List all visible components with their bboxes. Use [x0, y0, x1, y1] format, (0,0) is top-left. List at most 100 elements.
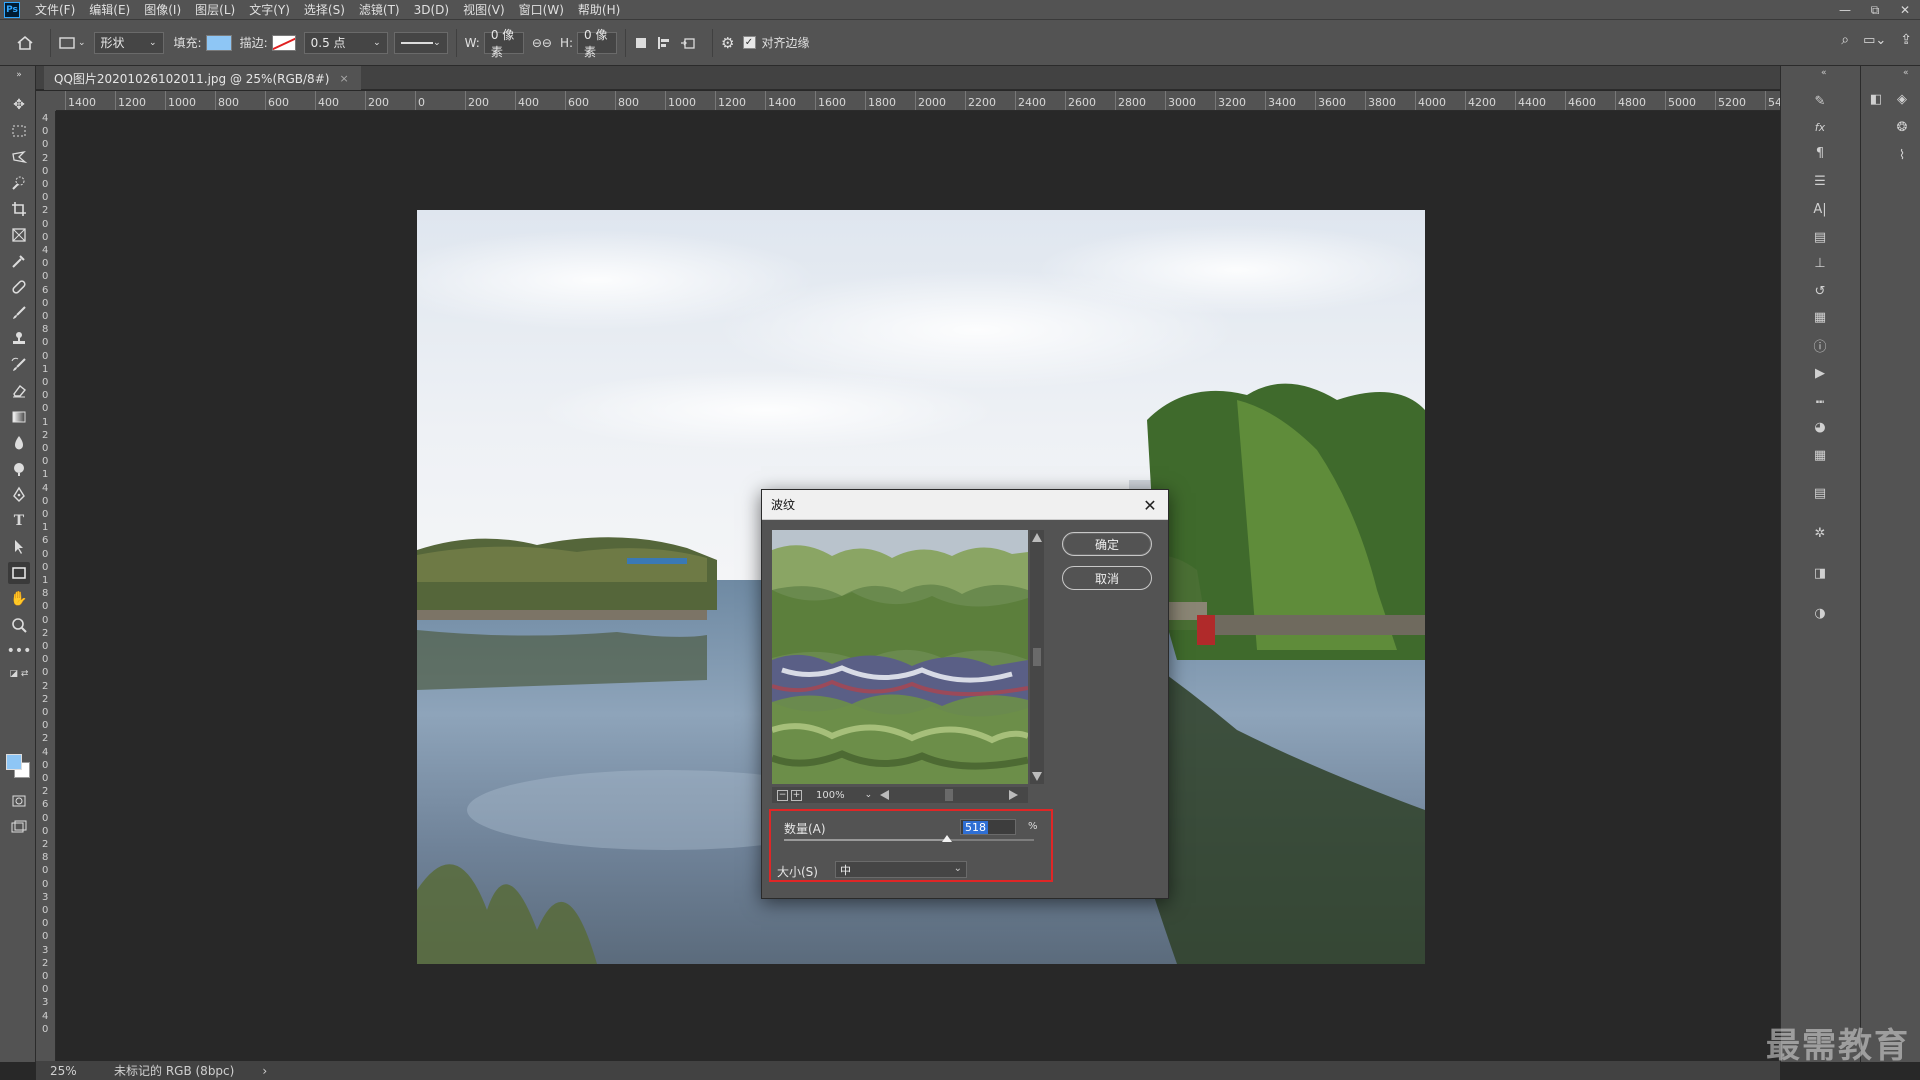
glyphs-panel-button[interactable]: ▤	[1809, 226, 1831, 248]
home-button[interactable]	[16, 34, 34, 52]
brush-tool[interactable]	[8, 302, 30, 324]
swatches-panel-button[interactable]: ◕	[1809, 416, 1831, 438]
blur-tool[interactable]	[8, 432, 30, 454]
paths-panel-button[interactable]: ⌇	[1891, 144, 1913, 166]
actions-panel-button[interactable]: ▶	[1809, 362, 1831, 384]
type-tool[interactable]: T	[8, 510, 30, 532]
menu-layer[interactable]: 图层(L)	[188, 1, 242, 18]
color-panel-button[interactable]: ◧	[1865, 88, 1887, 110]
screen-mode-button[interactable]	[8, 816, 30, 838]
move-tool[interactable]: ✥	[8, 94, 30, 116]
character-panel-button[interactable]: A|	[1809, 198, 1831, 220]
horizontal-scroll-thumb[interactable]	[945, 789, 954, 801]
menu-filter[interactable]: 滤镜(T)	[352, 1, 407, 18]
size-select[interactable]: 中 ⌄	[835, 861, 967, 878]
restore-button[interactable]: ⧉	[1860, 0, 1890, 20]
channels-panel-button-2[interactable]: ❂	[1891, 116, 1913, 138]
pen-tool[interactable]	[8, 484, 30, 506]
canvas-area[interactable]: 波纹 ✕ − + 100% ⌄ 确定 取消 数量(A) 518 % 大小(S) …	[56, 111, 1780, 1061]
menu-edit[interactable]: 编辑(E)	[82, 1, 137, 18]
document-tab[interactable]: QQ图片20201026102011.jpg @ 25%(RGB/8#) ×	[44, 66, 361, 90]
brush-settings-panel-button[interactable]: ✎	[1809, 90, 1831, 112]
ok-button[interactable]: 确定	[1062, 532, 1152, 556]
align-edges-checkbox[interactable]: ✓ 对齐边缘	[742, 34, 810, 51]
frame-tool[interactable]	[8, 224, 30, 246]
lasso-tool[interactable]	[8, 146, 30, 168]
stroke-type-select[interactable]: ⌄	[393, 31, 448, 54]
scroll-thumb[interactable]	[1033, 648, 1041, 666]
eyedropper-tool[interactable]	[8, 250, 30, 272]
amount-input[interactable]: 518	[960, 819, 1016, 835]
channels-panel-button[interactable]: ⑉	[1809, 388, 1831, 410]
clone-stamp-tool[interactable]	[8, 328, 30, 350]
path-operations-button[interactable]	[634, 36, 648, 50]
rectangle-tool[interactable]	[8, 562, 30, 584]
scroll-right-icon[interactable]	[1009, 790, 1019, 800]
fill-swatch[interactable]	[205, 34, 232, 51]
healing-brush-tool[interactable]	[8, 276, 30, 298]
table-panel-button[interactable]: ▦	[1809, 444, 1831, 466]
more-tools[interactable]: •••	[7, 640, 32, 662]
close-tab-icon[interactable]: ×	[339, 72, 348, 85]
zoom-level[interactable]: 25%	[36, 1064, 94, 1078]
link-button[interactable]: ⊖⊖	[532, 36, 552, 50]
stroke-width-input[interactable]: 0.5 点 ⌄	[303, 31, 388, 54]
workspace-icon[interactable]: ▭⌄	[1863, 33, 1886, 48]
horizontal-ruler[interactable]: 1400 1200 1000 800 600 400 200 0 200 400 600 800 100…	[56, 91, 1780, 111]
cancel-button[interactable]: 取消	[1062, 566, 1152, 590]
navigator-panel-button[interactable]: ✲	[1809, 522, 1831, 544]
share-icon[interactable]: ⇪	[1900, 32, 1912, 48]
adjustments-panel-button[interactable]: ◑	[1809, 602, 1831, 624]
menu-help[interactable]: 帮助(H)	[571, 1, 627, 18]
history-brush-tool[interactable]	[8, 354, 30, 376]
gradient-tool[interactable]	[8, 406, 30, 428]
path-alignment-button[interactable]	[656, 35, 672, 51]
menu-file[interactable]: 文件(F)	[28, 1, 82, 18]
vertical-ruler[interactable]: 4002000200400600800100012001400160018002…	[36, 111, 56, 1061]
dialog-title-bar[interactable]: 波纹	[762, 490, 1168, 520]
shape-tool-preset[interactable]: ⌄	[59, 36, 86, 50]
collapse-panels-icon[interactable]: «	[1903, 68, 1909, 78]
eraser-tool[interactable]	[8, 380, 30, 402]
stroke-swatch[interactable]	[271, 34, 296, 51]
layer-comps-panel-button[interactable]: ▦	[1809, 306, 1831, 328]
scroll-down-icon[interactable]	[1032, 772, 1042, 781]
minimize-button[interactable]: —	[1830, 0, 1860, 20]
zoom-tool[interactable]	[8, 614, 30, 636]
path-arrangement-button[interactable]	[680, 35, 696, 51]
tool-mode-select[interactable]: 形状 ⌄	[93, 31, 164, 54]
clone-source-panel-button[interactable]: ⊥	[1809, 252, 1831, 274]
chevron-down-icon[interactable]: ⌄	[865, 790, 873, 800]
scroll-up-icon[interactable]	[1032, 533, 1042, 542]
preview-vertical-scrollbar[interactable]	[1030, 530, 1044, 784]
quick-mask-button[interactable]	[8, 790, 30, 812]
width-input[interactable]: 0 像素	[483, 28, 524, 59]
amount-slider-thumb[interactable]	[941, 835, 952, 842]
search-icon[interactable]: ⌕	[1841, 32, 1849, 48]
zoom-in-button[interactable]: +	[791, 789, 802, 801]
menu-select[interactable]: 选择(S)	[297, 1, 352, 18]
zoom-out-button[interactable]: −	[777, 789, 788, 801]
settings-button[interactable]: ⚙	[721, 34, 734, 52]
ruler-origin[interactable]	[36, 91, 56, 111]
quick-selection-tool[interactable]	[8, 172, 30, 194]
layers-panel-button[interactable]: ◈	[1891, 88, 1913, 110]
close-window-button[interactable]: ✕	[1890, 0, 1920, 20]
menu-window[interactable]: 窗口(W)	[512, 1, 571, 18]
marquee-tool[interactable]	[8, 120, 30, 142]
dodge-tool[interactable]	[8, 458, 30, 480]
libraries-panel-button[interactable]: ◨	[1809, 562, 1831, 584]
paragraph-panel-button[interactable]: ¶	[1809, 142, 1831, 164]
crop-tool[interactable]	[8, 198, 30, 220]
history-panel-button[interactable]: ↺	[1809, 280, 1831, 302]
filter-preview[interactable]	[772, 530, 1028, 784]
status-menu-arrow[interactable]: ›	[234, 1064, 267, 1078]
scroll-left-icon[interactable]	[880, 790, 890, 800]
default-colors-button[interactable]: ◪ ⇄	[8, 668, 30, 680]
info-panel-button[interactable]: ⓘ	[1809, 334, 1831, 356]
height-input[interactable]: 0 像素	[577, 28, 618, 59]
foreground-color-swatch[interactable]	[6, 754, 22, 770]
path-selection-tool[interactable]	[8, 536, 30, 558]
menu-3d[interactable]: 3D(D)	[407, 3, 456, 17]
styles-panel-button[interactable]: fx	[1809, 116, 1831, 138]
